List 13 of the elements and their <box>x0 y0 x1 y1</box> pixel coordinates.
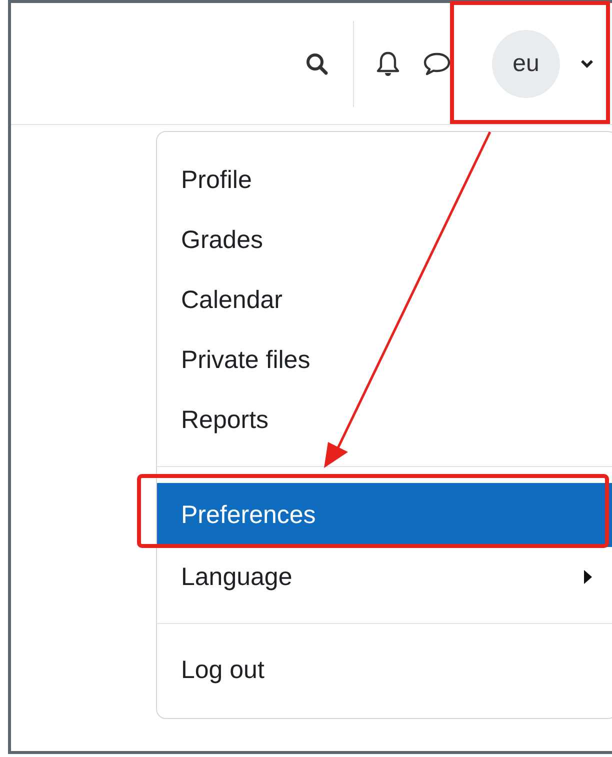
menu-item[interactable]: Profile <box>157 150 612 210</box>
menu-item[interactable]: Reports <box>157 390 612 450</box>
menu-item[interactable]: Private files <box>157 330 612 390</box>
chevron-down-icon[interactable] <box>580 58 594 68</box>
chat-bubble-icon[interactable] <box>422 50 452 76</box>
menu-item[interactable]: Language <box>157 547 612 607</box>
menu-item[interactable]: Grades <box>157 210 612 270</box>
menu-item[interactable]: Log out <box>157 640 612 700</box>
user-avatar[interactable]: eu <box>492 30 560 98</box>
menu-item[interactable]: Calendar <box>157 270 612 330</box>
search-icon[interactable] <box>305 52 329 76</box>
notification-bell-icon[interactable] <box>376 50 400 78</box>
menu-item[interactable]: Preferences <box>157 483 612 547</box>
